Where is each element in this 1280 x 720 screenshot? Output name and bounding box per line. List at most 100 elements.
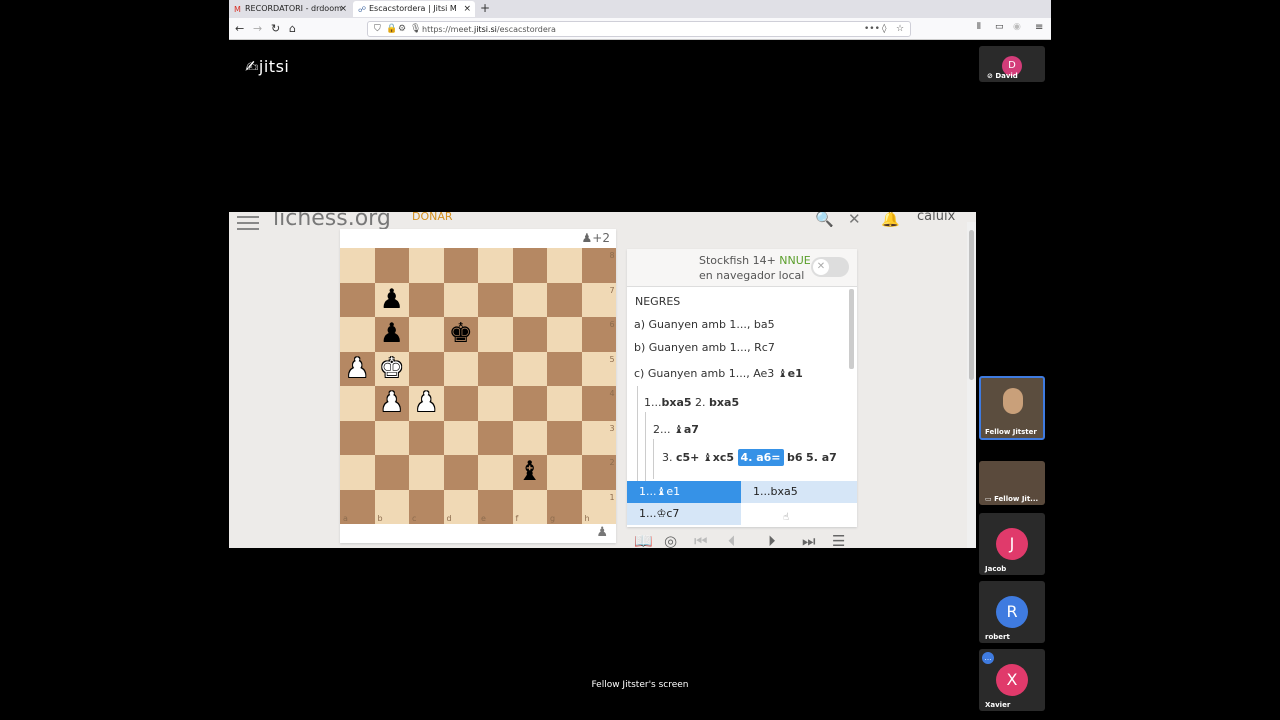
board-square[interactable] xyxy=(512,351,547,386)
shield-icon[interactable]: ⛉ xyxy=(374,24,381,34)
participant-tile-fellow-jitster[interactable]: Fellow Jitster xyxy=(979,376,1045,440)
move-link[interactable]: ♝a7 xyxy=(674,423,699,436)
white-king-icon[interactable]: ♚ xyxy=(375,352,410,387)
menu-icon[interactable]: ≡ xyxy=(1035,22,1043,33)
pocket-icon[interactable]: ◊ xyxy=(882,24,886,34)
board-square[interactable] xyxy=(443,455,478,490)
user-menu[interactable]: caluix xyxy=(917,212,955,224)
board-square[interactable] xyxy=(374,248,409,283)
white-pawn-icon[interactable]: ♟ xyxy=(409,386,444,421)
menu-lines-icon[interactable]: ☰ xyxy=(832,532,845,548)
reload-icon[interactable]: ↻ xyxy=(271,22,280,35)
close-icon[interactable]: ✕ xyxy=(848,212,861,228)
participant-tile-david[interactable]: D ⊘ David xyxy=(979,46,1045,82)
board-square[interactable] xyxy=(409,317,444,352)
next-move-icon[interactable]: ⏵ xyxy=(768,532,776,548)
fork-option[interactable]: 1...bxa5 xyxy=(741,481,857,503)
board-square[interactable] xyxy=(512,317,547,352)
board-square[interactable] xyxy=(478,420,513,455)
board-square[interactable] xyxy=(443,351,478,386)
new-tab-button[interactable]: + xyxy=(480,1,490,15)
permissions-icon[interactable]: ⚙ xyxy=(398,24,406,34)
target-icon[interactable]: ◎ xyxy=(664,532,677,548)
board-square[interactable] xyxy=(512,282,547,317)
lock-icon[interactable]: 🔒 xyxy=(386,24,397,34)
sidebar-icon[interactable]: ▭ xyxy=(995,22,1004,32)
move-link[interactable]: bxa5 xyxy=(662,396,692,409)
fork-option[interactable]: 1...♝e1 xyxy=(627,481,741,503)
move-tree-scrollbar[interactable] xyxy=(849,289,854,369)
board-square[interactable] xyxy=(478,248,513,283)
board-square[interactable] xyxy=(478,455,513,490)
board-square[interactable] xyxy=(409,351,444,386)
tab-recordatori[interactable]: M RECORDATORI - drdoom × xyxy=(229,1,351,17)
donate-link[interactable]: DONAR xyxy=(412,212,453,223)
board-square[interactable] xyxy=(478,282,513,317)
more-icon[interactable]: ••• xyxy=(864,24,880,34)
board-square[interactable] xyxy=(409,248,444,283)
board-square[interactable] xyxy=(547,386,582,421)
account-icon[interactable]: ◉ xyxy=(1013,22,1021,32)
move-link[interactable]: bxa5 xyxy=(709,396,739,409)
board-square[interactable] xyxy=(443,386,478,421)
board-square[interactable] xyxy=(340,282,375,317)
engine-toggle[interactable]: ✕ xyxy=(811,257,849,277)
board-square[interactable] xyxy=(409,420,444,455)
black-bishop-icon[interactable]: ♝ xyxy=(513,455,548,490)
board-square[interactable] xyxy=(478,386,513,421)
board-square[interactable] xyxy=(340,386,375,421)
home-icon[interactable]: ⌂ xyxy=(289,22,296,35)
board-square[interactable] xyxy=(512,386,547,421)
board-square[interactable] xyxy=(340,248,375,283)
board-square[interactable] xyxy=(443,248,478,283)
page-scrollbar[interactable] xyxy=(967,222,976,548)
hamburger-menu-icon[interactable] xyxy=(237,216,259,234)
move-link[interactable]: 5. a7 xyxy=(806,451,837,464)
board-square[interactable] xyxy=(547,317,582,352)
search-icon[interactable]: 🔍 xyxy=(815,212,834,228)
first-move-icon[interactable]: ⏮ xyxy=(694,532,708,548)
jitsi-logo[interactable]: ✍jitsi xyxy=(245,57,289,76)
black-king-icon[interactable]: ♚ xyxy=(444,317,479,352)
board-square[interactable] xyxy=(512,248,547,283)
move-link[interactable]: b6 xyxy=(787,451,803,464)
board-square[interactable] xyxy=(547,420,582,455)
board-square[interactable] xyxy=(340,317,375,352)
participant-tile-robert[interactable]: R robert xyxy=(979,581,1045,643)
current-move[interactable]: 4. a6= xyxy=(737,449,784,466)
board-square[interactable] xyxy=(512,420,547,455)
close-tab-icon[interactable]: × xyxy=(339,4,347,14)
board-square[interactable] xyxy=(443,282,478,317)
board-square[interactable] xyxy=(547,351,582,386)
last-move-icon[interactable]: ⏭ xyxy=(802,532,816,548)
black-pawn-icon[interactable]: ♟ xyxy=(375,283,410,318)
board-square[interactable] xyxy=(547,248,582,283)
board-square[interactable] xyxy=(374,420,409,455)
chess-board[interactable]: ♟ ♟ ♚ ♟ ♚ ♟ ♟ ♝ a b c d e f g h 8 7 6 5 4 3 2 1 xyxy=(340,248,616,524)
book-icon[interactable]: 📖 xyxy=(634,532,653,548)
bell-icon[interactable]: 🔔 xyxy=(881,212,900,228)
participant-tile-fellow-jit[interactable]: ▭ Fellow Jit... xyxy=(979,461,1045,505)
move-link[interactable]: c5+ xyxy=(676,451,699,464)
board-square[interactable] xyxy=(409,282,444,317)
board-square[interactable] xyxy=(340,420,375,455)
board-square[interactable] xyxy=(547,455,582,490)
move-link[interactable]: ♝xc5 xyxy=(703,451,734,464)
tab-jitsi[interactable]: ☍ Escacstordera | Jitsi M × xyxy=(353,1,475,17)
board-square[interactable] xyxy=(374,455,409,490)
white-pawn-icon[interactable]: ♟ xyxy=(375,386,410,421)
close-tab-icon[interactable]: × xyxy=(463,4,471,14)
participant-tile-xavier[interactable]: … X Xavier xyxy=(979,649,1045,711)
prev-move-icon[interactable]: ⏴ xyxy=(728,532,736,548)
library-icon[interactable]: ⫴ xyxy=(977,22,981,32)
board-square[interactable] xyxy=(340,455,375,490)
board-square[interactable] xyxy=(478,317,513,352)
microphone-icon[interactable]: 🎙 xyxy=(410,24,421,34)
url-bar[interactable]: ⛉ 🔒 ⚙ 🎙 https://meet.jitsi.si/escacstord… xyxy=(367,21,911,37)
participant-tile-jacob[interactable]: J Jacob xyxy=(979,513,1045,575)
back-icon[interactable]: ← xyxy=(235,22,244,35)
bookmark-star-icon[interactable]: ☆ xyxy=(896,24,904,34)
board-square[interactable] xyxy=(547,282,582,317)
fork-option[interactable]: 1...♔c7 xyxy=(627,503,741,525)
board-square[interactable] xyxy=(443,420,478,455)
